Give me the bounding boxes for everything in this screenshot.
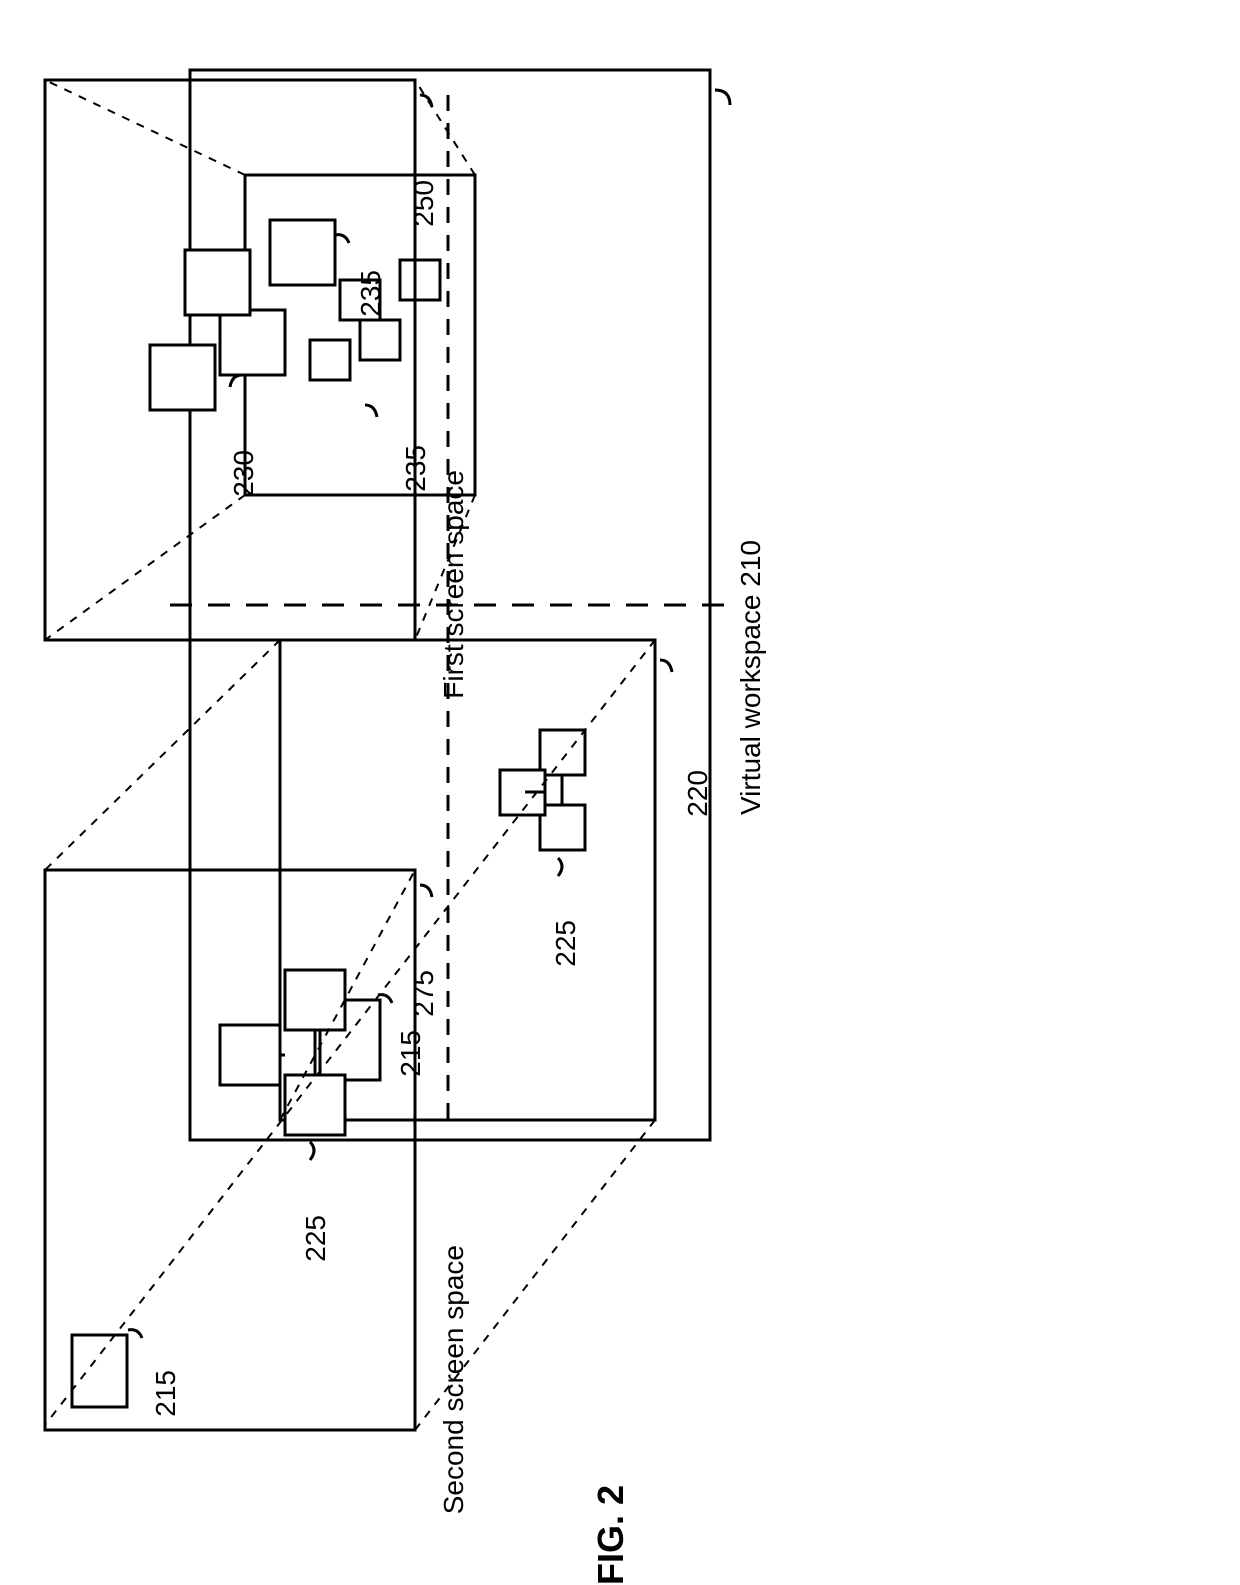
group-235-in-250 (150, 220, 335, 410)
item-215-in-275 (72, 1335, 127, 1407)
first-screen-space-ref: 250 (408, 180, 440, 227)
figure-stage: Virtual workspace 210 220 225 215 235 23… (0, 0, 1240, 1512)
item-215-label: 215 (395, 1030, 427, 1077)
first-screen-space-label: First screen space (438, 470, 470, 699)
group-225-in-second-label: 225 (300, 1215, 332, 1262)
group-235-label: 235 (400, 445, 432, 492)
viewport-230-label: 230 (228, 450, 260, 497)
virtual-workspace-label: Virtual workspace 210 (735, 540, 767, 815)
item-215-in-second-label: 215 (150, 1370, 182, 1417)
second-screen-space-ref: 275 (408, 970, 440, 1017)
group-225-in-275 (220, 970, 345, 1135)
viewport-220-label: 220 (682, 770, 714, 817)
group-225-label: 225 (550, 920, 582, 967)
figure-svg (0, 0, 1240, 1512)
second-screen-space-label: Second screen space (438, 1245, 470, 1514)
group-235-in-first-label: 235 (355, 270, 387, 317)
figure-number: FIG. 2 (590, 1485, 632, 1585)
second-screen-space-rect (45, 870, 415, 1430)
group-225-in-220 (500, 730, 585, 850)
